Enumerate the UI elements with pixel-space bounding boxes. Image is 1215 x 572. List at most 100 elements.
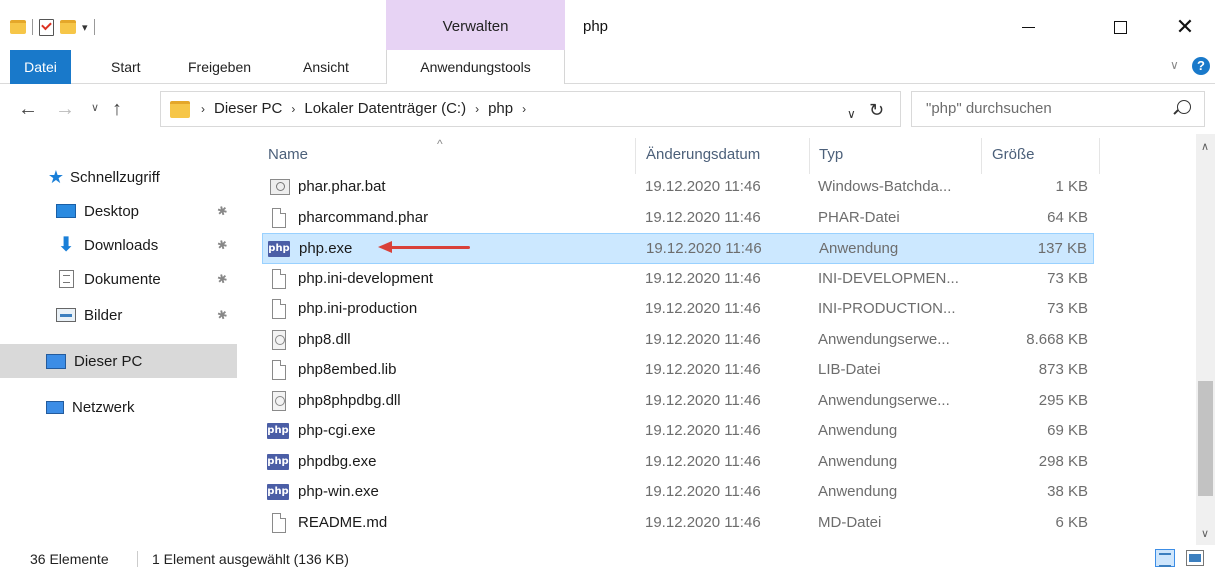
table-row[interactable]: README.md 19.12.2020 11:46 MD-Datei 6 KB bbox=[262, 508, 1094, 539]
scroll-up-icon[interactable]: ∧ bbox=[1201, 140, 1209, 153]
properties-icon[interactable] bbox=[39, 18, 54, 36]
sidebar-item-label: Dokumente bbox=[84, 270, 161, 288]
breadcrumb-separator-icon[interactable]: › bbox=[475, 102, 479, 116]
details-view-icon[interactable] bbox=[1155, 549, 1175, 567]
search-icon[interactable] bbox=[1177, 100, 1191, 114]
file-date: 19.12.2020 11:46 bbox=[645, 391, 761, 409]
manage-tab-label[interactable]: Verwalten bbox=[386, 18, 565, 35]
file-date: 19.12.2020 11:46 bbox=[645, 208, 761, 226]
scroll-down-icon[interactable]: ∨ bbox=[1201, 527, 1209, 540]
file-date: 19.12.2020 11:46 bbox=[646, 240, 762, 257]
breadcrumb-php[interactable]: php bbox=[488, 100, 513, 117]
file-type: Windows-Batchda... bbox=[818, 178, 952, 195]
expand-ribbon-chevron-icon[interactable]: ∨ bbox=[1170, 58, 1179, 72]
status-divider bbox=[137, 551, 138, 567]
file-name: php.ini-development bbox=[298, 269, 434, 287]
table-row[interactable]: php8phpdbg.dll 19.12.2020 11:46 Anwendungs… bbox=[262, 386, 1094, 417]
pin-icon[interactable]: ✱ bbox=[214, 236, 231, 253]
address-bar[interactable]: › Dieser PC › Lokaler Datenträger (C:) ›… bbox=[160, 91, 901, 127]
documents-icon bbox=[59, 270, 74, 288]
close-button[interactable]: ✕ bbox=[1162, 10, 1208, 44]
tab-ansicht[interactable]: Ansicht bbox=[303, 50, 349, 84]
maximize-button[interactable] bbox=[1097, 10, 1143, 44]
file-type: MD-Datei bbox=[818, 513, 882, 531]
forward-arrow-icon[interactable]: → bbox=[55, 98, 75, 121]
table-row[interactable]: php-cgi.exe 19.12.2020 11:46 Anwendung 69 K… bbox=[262, 416, 1094, 447]
recent-locations-chevron-icon[interactable]: ∨ bbox=[91, 101, 99, 114]
sidebar-item-network[interactable]: Netzwerk bbox=[0, 390, 237, 424]
minimize-button[interactable] bbox=[1005, 10, 1051, 44]
column-type[interactable]: Typ bbox=[819, 146, 843, 163]
status-bar: 36 Elemente 1 Element ausgewählt (136 KB… bbox=[0, 545, 1215, 572]
table-row[interactable]: pharcommand.phar 19.12.2020 11:46 PHAR-Dat… bbox=[262, 203, 1094, 234]
sidebar-item-label: Bilder bbox=[84, 306, 123, 324]
column-date[interactable]: Änderungsdatum bbox=[646, 146, 760, 163]
table-row[interactable]: php8embed.lib 19.12.2020 11:46 LIB-Datei 87… bbox=[262, 355, 1094, 386]
address-history-chevron-icon[interactable]: ∨ bbox=[847, 107, 856, 121]
file-size: 873 KB bbox=[1038, 361, 1088, 378]
refresh-icon[interactable]: ↻ bbox=[869, 100, 884, 121]
network-icon bbox=[46, 400, 64, 414]
search-input[interactable]: "php" durchsuchen bbox=[911, 91, 1205, 127]
sidebar-item-pictures[interactable]: Bilder ✱ bbox=[0, 298, 237, 332]
breadcrumb-separator-icon[interactable]: › bbox=[522, 102, 526, 116]
customize-toolbar-chevron-icon[interactable]: ▾ bbox=[82, 21, 88, 34]
file-size: 1 KB bbox=[1055, 178, 1088, 195]
breadcrumb-local-disk[interactable]: Lokaler Datenträger (C:) bbox=[304, 100, 466, 117]
breadcrumb-separator-icon[interactable]: › bbox=[291, 102, 295, 116]
sidebar-item-this-pc[interactable]: Dieser PC bbox=[0, 344, 237, 378]
table-row[interactable]: php.ini-production 19.12.2020 11:46 INI-PR… bbox=[262, 294, 1094, 325]
new-folder-icon[interactable] bbox=[60, 20, 76, 34]
file-type: Anwendung bbox=[818, 483, 898, 500]
up-arrow-icon[interactable]: ↑ bbox=[112, 98, 122, 121]
php-icon bbox=[267, 453, 289, 470]
column-divider[interactable] bbox=[635, 138, 636, 174]
column-divider[interactable] bbox=[1099, 138, 1100, 174]
large-icons-view-icon[interactable] bbox=[1186, 550, 1204, 566]
sidebar-item-documents[interactable]: Dokumente ✱ bbox=[0, 262, 237, 296]
selection-info: 1 Element ausgewählt (136 KB) bbox=[152, 551, 349, 567]
folder-icon[interactable] bbox=[10, 20, 26, 34]
pin-icon[interactable]: ✱ bbox=[214, 270, 231, 287]
sidebar-item-label: Netzwerk bbox=[72, 398, 135, 416]
table-row[interactable]: phar.phar.bat 19.12.2020 11:46 Windows-Bat… bbox=[262, 172, 1094, 203]
file-name: php8.dll bbox=[298, 330, 351, 348]
file-date: 19.12.2020 11:46 bbox=[645, 483, 761, 500]
back-arrow-icon[interactable]: ← bbox=[18, 98, 38, 121]
quick-access-toolbar: ▾ bbox=[10, 16, 95, 38]
file-date: 19.12.2020 11:46 bbox=[645, 269, 761, 287]
table-row[interactable]: php-win.exe 19.12.2020 11:46 Anwendung 38 K… bbox=[262, 477, 1094, 508]
column-divider[interactable] bbox=[981, 138, 982, 174]
pin-icon[interactable]: ✱ bbox=[214, 306, 231, 323]
sidebar-item-desktop[interactable]: Desktop ✱ bbox=[0, 194, 237, 228]
tab-start[interactable]: Start bbox=[111, 50, 141, 84]
file-size: 8.668 KB bbox=[1026, 330, 1088, 348]
file-date: 19.12.2020 11:46 bbox=[645, 422, 761, 439]
file-type: Anwendung bbox=[819, 240, 899, 257]
sidebar-item-downloads[interactable]: ⬇ Downloads ✱ bbox=[0, 228, 237, 262]
breadcrumb-this-pc[interactable]: Dieser PC bbox=[214, 100, 282, 117]
tab-freigeben[interactable]: Freigeben bbox=[188, 50, 251, 84]
help-icon[interactable]: ? bbox=[1192, 57, 1210, 75]
scrollbar-thumb[interactable] bbox=[1198, 381, 1213, 496]
column-divider[interactable] bbox=[809, 138, 810, 174]
column-size[interactable]: Größe bbox=[992, 146, 1035, 163]
table-row[interactable]: php8.dll 19.12.2020 11:46 Anwendungserwe..… bbox=[262, 325, 1094, 356]
file-date: 19.12.2020 11:46 bbox=[645, 513, 761, 531]
sidebar-item-label: Downloads bbox=[84, 236, 159, 254]
php-icon bbox=[267, 423, 289, 439]
tab-anwendungstools[interactable]: Anwendungstools bbox=[386, 50, 565, 85]
php-icon bbox=[267, 484, 289, 500]
minimize-icon bbox=[1021, 26, 1035, 28]
sidebar-item-quick-access[interactable]: ★ Schnellzugriff bbox=[0, 160, 237, 194]
table-row[interactable]: phpdbg.exe 19.12.2020 11:46 Anwendung 298 K… bbox=[262, 447, 1094, 478]
tab-datei[interactable]: Datei bbox=[10, 50, 71, 84]
column-name[interactable]: Name bbox=[268, 146, 308, 163]
pin-icon[interactable]: ✱ bbox=[214, 202, 231, 219]
file-name: phar.phar.bat bbox=[298, 178, 386, 195]
breadcrumb-separator-icon[interactable]: › bbox=[201, 102, 205, 116]
file-type: INI-DEVELOPMEN... bbox=[818, 269, 959, 287]
file-name: README.md bbox=[298, 513, 388, 531]
file-size: 69 KB bbox=[1047, 422, 1088, 439]
table-row[interactable]: php.ini-development 19.12.2020 11:46 INI-D… bbox=[262, 264, 1094, 295]
